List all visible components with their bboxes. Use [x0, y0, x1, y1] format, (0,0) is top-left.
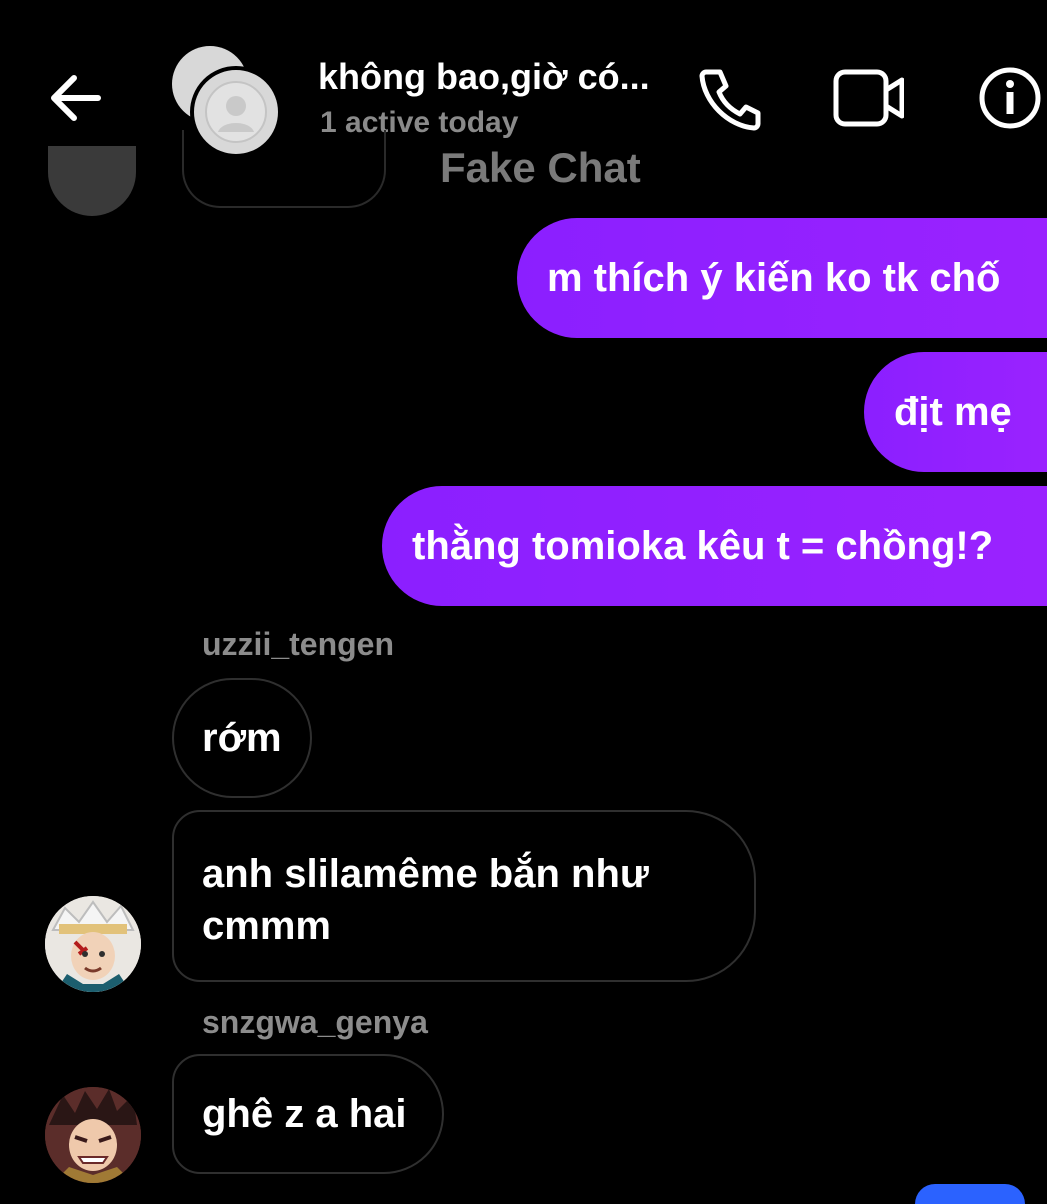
chat-header: không bao,giờ có... 1 active today Fake …: [0, 0, 1047, 196]
partial-avatar: [48, 146, 136, 216]
arrow-left-icon: [51, 75, 101, 121]
phone-icon: [699, 69, 761, 131]
chat-title[interactable]: không bao,giờ có...: [318, 56, 650, 98]
watermark: Fake Chat: [440, 144, 641, 191]
incoming-message[interactable]: anh slilamême bắn như cmmm: [172, 810, 756, 982]
video-call-button[interactable]: [832, 64, 905, 132]
sender-avatar[interactable]: [45, 1087, 141, 1183]
info-icon: [979, 67, 1041, 129]
partial-message-bubble[interactable]: [182, 130, 386, 208]
partial-outgoing-bubble[interactable]: [915, 1184, 1025, 1204]
outgoing-message[interactable]: m thích ý kiến ko tk chố: [517, 218, 1047, 338]
avatar-image: [45, 896, 141, 992]
outgoing-message[interactable]: thằng tomioka kêu t = chồng!?: [382, 486, 1047, 606]
avatar-image: [45, 1087, 141, 1183]
outgoing-message[interactable]: địt mẹ: [864, 352, 1047, 472]
call-button[interactable]: [692, 64, 764, 132]
sender-name: snzgwa_genya: [202, 1004, 428, 1040]
info-button[interactable]: [972, 64, 1044, 132]
video-camera-icon: [833, 69, 905, 127]
sender-avatar[interactable]: [45, 896, 141, 992]
incoming-message[interactable]: ghê z a hai: [172, 1054, 444, 1174]
back-button[interactable]: [44, 66, 108, 130]
sender-name: uzzii_tengen: [202, 626, 395, 662]
incoming-message[interactable]: rớm: [172, 678, 312, 798]
